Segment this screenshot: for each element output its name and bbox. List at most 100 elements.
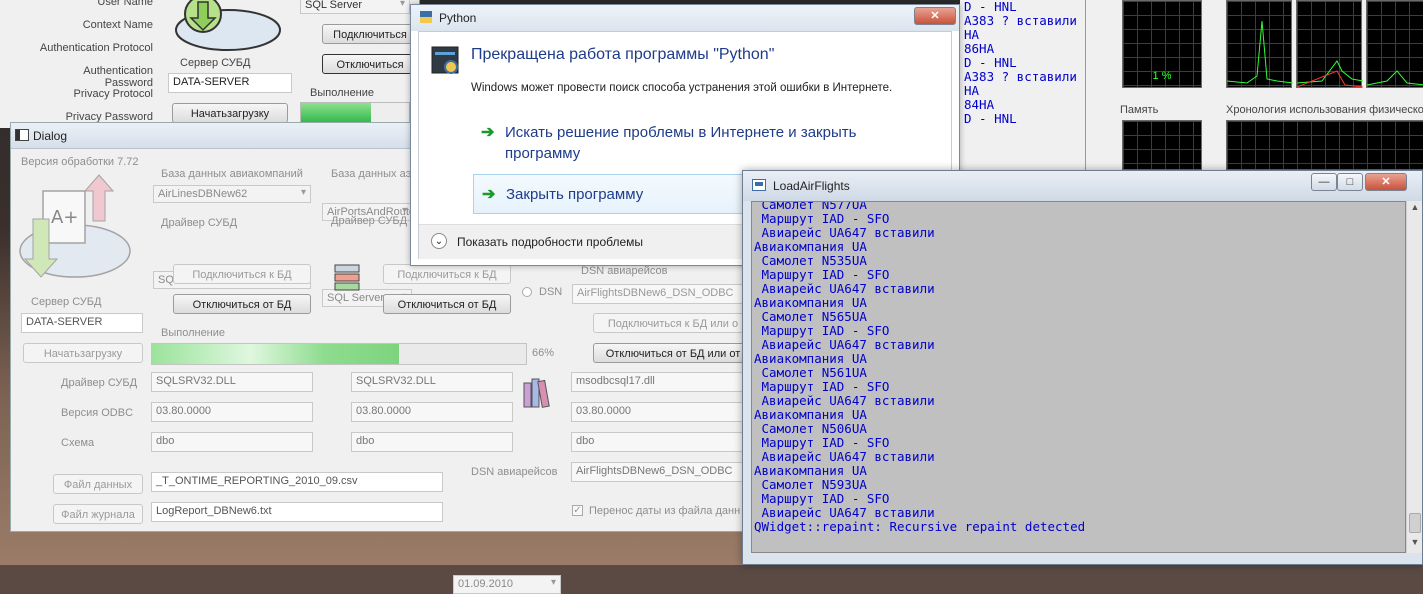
console-line: Маршрут IAD - SFO	[754, 211, 890, 226]
dsn-flights-label-2: DSN авиарейсов	[471, 466, 558, 478]
progress-label: Выполнение	[310, 87, 375, 99]
console-line: Авиакомпания UA	[754, 295, 867, 310]
dsn-flights-label: DSN авиарейсов	[581, 265, 668, 277]
console-line: Маршрут IAD - SFO	[754, 379, 890, 394]
green-arrow-icon: ➔	[481, 124, 495, 141]
date-checkbox-label: Перенос даты из файла данн	[589, 505, 741, 517]
resource-monitor: 1 % Память Хронология использования физи…	[1085, 0, 1423, 170]
back-window: User Name Context Name Authentication Pr…	[0, 0, 420, 128]
version-label: Версия обработки 7.72	[21, 156, 139, 168]
python-title: Python	[439, 11, 477, 25]
console-back-line: D - HNL	[964, 111, 1017, 126]
server-field[interactable]: DATA-SERVER	[168, 73, 292, 93]
date-checkbox[interactable]: ✓	[572, 505, 583, 516]
disconnect-button-2[interactable]: Отключиться от БД	[383, 294, 511, 314]
minimize-icon[interactable]: —	[1311, 173, 1337, 191]
console-line: Самолет N561UA	[754, 365, 867, 380]
driver-combo[interactable]: SQL Server	[300, 0, 410, 14]
scroll-down-icon[interactable]: ▼	[1408, 537, 1422, 551]
progress-bar	[300, 102, 410, 124]
close-icon[interactable]: ✕	[1365, 173, 1407, 191]
dialog-app-icon	[15, 129, 29, 141]
show-details-label[interactable]: Показать подробности проблемы	[457, 235, 643, 249]
console-line: Маршрут IAD - SFO	[754, 323, 890, 338]
disconnect-button-1[interactable]: Отключиться от БД	[173, 294, 311, 314]
connect-button-1[interactable]: Подключиться к БД	[173, 264, 311, 284]
disconnect-button-3[interactable]: Отключиться от БД или от	[593, 343, 753, 363]
row-odbc-value-3: 03.80.0000	[571, 402, 753, 422]
console-line: QWidget::repaint: Recursive repaint dete…	[754, 519, 1086, 534]
airport-db-label: База данных аэ	[331, 168, 412, 180]
console-line: Авиакомпания UA	[754, 407, 867, 422]
dsn-flights-field-2: AirFlightsDBNew6_DSN_ODBC	[571, 462, 753, 482]
row-schema-label: Схема	[61, 437, 95, 449]
date-picker[interactable]: 01.09.2010	[453, 575, 561, 594]
laf-titlebar[interactable]: LoadAirFlights — □ ✕	[743, 171, 1422, 201]
connect-button-3[interactable]: Подключиться к БД или о	[593, 313, 753, 333]
airline-db-combo[interactable]: AirLinesDBNew62	[153, 185, 311, 203]
dsn-field[interactable]: AirFlightsDBNew6_DSN_ODBC	[572, 284, 752, 304]
data-file-button[interactable]: Файл данных	[53, 474, 143, 494]
start-load-button[interactable]: Начатьзагрузку	[172, 103, 288, 123]
label-auth-protocol: Authentication Protocol	[39, 42, 153, 54]
connect-button-2[interactable]: Подключиться к БД	[383, 264, 511, 284]
search-solution-option[interactable]: ➔ Искать решение проблемы в Интернете и …	[481, 118, 881, 164]
row-schema-value-1: dbo	[151, 432, 313, 452]
console-back-line: 86HA	[964, 41, 995, 56]
console-back: D - HNL A383 ? вставили HA 86HA D - HNL A383 …	[960, 0, 1085, 170]
green-arrow-icon: ➔	[482, 186, 496, 203]
dsn-radio[interactable]	[522, 287, 532, 297]
console-line: Маршрут IAD - SFO	[754, 267, 890, 282]
history-label: Хронология использования физическо	[1226, 104, 1423, 116]
cpu-history-2	[1296, 0, 1364, 88]
row-odbc-value-1: 03.80.0000	[151, 402, 313, 422]
close-icon[interactable]: ✕	[914, 7, 956, 25]
laf-app-icon	[752, 179, 766, 191]
scroll-up-icon[interactable]: ▲	[1408, 202, 1422, 216]
label-privacy-protocol: Privacy Protocol	[73, 88, 153, 100]
driver-label-2: Драйвер СУБД	[331, 215, 408, 227]
python-message: Windows может провести поиск способа уст…	[471, 82, 893, 94]
cpu-percent: 1 %	[1152, 70, 1172, 82]
option-1-line-1: Искать решение проблемы в Интернете и за…	[505, 124, 857, 141]
chevron-down-icon[interactable]: ⌄	[431, 233, 447, 249]
progress-percent: 66%	[532, 347, 555, 359]
log-file-button[interactable]: Файл журнала	[53, 504, 143, 524]
console-line: Самолет N506UA	[754, 421, 867, 436]
label-auth-password: Authentication Password	[83, 65, 153, 89]
load-air-flights-window: LoadAirFlights — □ ✕ Самолет N577UA Марш…	[742, 170, 1423, 565]
progress-label: Выполнение	[161, 327, 226, 339]
books-icon	[521, 375, 555, 409]
console-line: Авиарейс UA647 вставили	[754, 281, 935, 296]
row-schema-value-2: dbo	[351, 432, 513, 452]
driver-label-1: Драйвер СУБД	[161, 217, 238, 229]
row-schema-value-3: dbo	[571, 432, 753, 452]
scroll-thumb[interactable]	[1409, 513, 1421, 533]
log-file-field[interactable]: LogReport_DBNew6.txt	[151, 502, 443, 522]
cloud-upload-download-icon: A+	[15, 171, 135, 281]
dialog-title: Dialog	[33, 129, 68, 143]
console-back-line: 84HA	[964, 97, 995, 112]
console-line: Авиарейс UA647 вставили	[754, 225, 935, 240]
console-output[interactable]: Самолет N577UA Маршрут IAD - SFO Авиарей…	[751, 201, 1406, 553]
scrollbar[interactable]: ▲ ▼	[1406, 201, 1422, 553]
dsn-radio-label: DSN	[539, 286, 563, 298]
disconnect-button[interactable]: Отключиться	[322, 54, 418, 74]
console-line: Авиарейс UA647 вставили	[754, 337, 935, 352]
maximize-icon[interactable]: □	[1337, 173, 1363, 191]
connect-button[interactable]: Подключиться	[322, 24, 418, 44]
memory-graph	[1122, 120, 1202, 170]
console-back-line: A383 ? вставили	[964, 69, 1077, 84]
server-field[interactable]: DATA-SERVER	[21, 313, 143, 333]
row-odbc-value-2: 03.80.0000	[351, 402, 513, 422]
progress-bar	[151, 343, 527, 365]
start-load-button[interactable]: Начатьзагрузку	[23, 343, 143, 363]
laf-title: LoadAirFlights	[773, 179, 850, 193]
data-file-field[interactable]: _T_ONTIME_REPORTING_2010_09.csv	[151, 472, 443, 492]
row-driver-label: Драйвер СУБД	[61, 377, 138, 389]
python-titlebar[interactable]: Python ✕	[411, 5, 959, 31]
memory-history-graph	[1226, 120, 1423, 170]
python-icon	[419, 10, 433, 24]
row-driver-value-1: SQLSRV32.DLL	[151, 372, 313, 392]
database-icon	[333, 263, 361, 295]
